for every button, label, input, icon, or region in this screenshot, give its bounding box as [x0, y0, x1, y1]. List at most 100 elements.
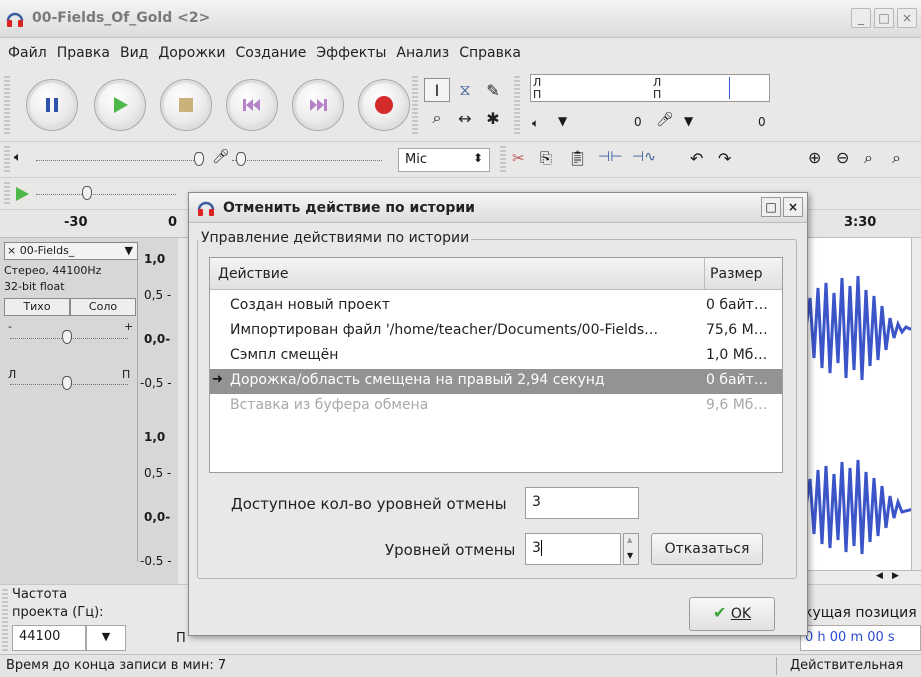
position-label: кущая позиция [804, 605, 917, 621]
timeshift-tool[interactable]: ↔ [452, 106, 478, 130]
mute-button[interactable]: Тихо [4, 298, 70, 316]
zoom-in-icon[interactable]: ⊕ [808, 148, 821, 167]
row-size: 75,6 М… [706, 322, 768, 338]
menu-effects[interactable]: Эффекты [316, 45, 386, 61]
pause-button[interactable] [26, 79, 78, 131]
track-name: 00-Fields_ [19, 244, 75, 257]
input-device-select[interactable]: Mic ⬍ [398, 148, 490, 172]
menu-help[interactable]: Справка [459, 45, 521, 61]
track-name-menu[interactable]: × 00-Fields_ ▼ [4, 242, 138, 260]
dialog-close-button[interactable]: × [783, 197, 803, 217]
play-speed-knob[interactable] [82, 186, 92, 200]
row-size: 1,0 Мб… [706, 347, 768, 363]
undo-levels-spinner[interactable]: ▲ ▼ [623, 533, 639, 565]
spin-down-icon[interactable]: ▼ [627, 551, 633, 560]
trim-icon[interactable]: ⊣⊢ [598, 149, 622, 165]
selection-tool[interactable]: I [424, 78, 450, 102]
scale-label: 0,5 - [144, 466, 172, 480]
pan-knob[interactable] [62, 376, 72, 390]
scroll-left-icon[interactable]: ◀ [876, 571, 883, 581]
vertical-scrollbar[interactable] [911, 238, 921, 584]
history-row[interactable]: Импортирован файл '/home/teacher/Documen… [210, 319, 782, 344]
tools-grip[interactable] [412, 76, 418, 134]
menu-view[interactable]: Вид [120, 45, 148, 61]
discard-button[interactable]: Отказаться [651, 533, 763, 565]
play-button[interactable] [94, 79, 146, 131]
menu-tracks[interactable]: Дорожки [158, 45, 225, 61]
stop-button[interactable] [160, 79, 212, 131]
playback-dropdown-icon[interactable]: ▼ [558, 114, 567, 128]
edit-grip[interactable] [500, 146, 506, 174]
track-bitdepth: 32-bit float [4, 280, 65, 293]
skip-end-button[interactable] [292, 79, 344, 131]
output-volume-slider[interactable] [36, 160, 196, 161]
output-volume-knob[interactable] [194, 152, 204, 166]
fit-selection-icon[interactable]: ⌕ [864, 148, 873, 168]
track-format: Стерео, 44100Hz [4, 264, 102, 277]
toolbar-grip[interactable] [4, 76, 10, 134]
column-action-header[interactable]: Действие [218, 266, 288, 282]
input-volume-knob[interactable] [236, 152, 246, 166]
envelope-tool[interactable]: ⧖ [452, 78, 478, 102]
position-field[interactable]: 0 h 00 m 00 s [800, 625, 921, 651]
track-close-icon[interactable]: × [7, 244, 16, 257]
silence-icon[interactable]: ⊣∿ [632, 149, 656, 165]
row-size: 0 байт… [706, 297, 768, 313]
ruler-label-330: 3:30 [844, 215, 877, 230]
play-at-speed-icon[interactable] [14, 186, 30, 202]
horizontal-scrollbar[interactable]: ◀ ▶ [806, 570, 921, 584]
history-row-undone[interactable]: Вставка из буфера обмена 9,6 Мб… [210, 394, 782, 419]
undo-icon[interactable]: ↶ [690, 149, 703, 168]
transcription-grip[interactable] [4, 182, 10, 206]
scroll-right-icon[interactable]: ▶ [892, 571, 899, 581]
menu-generate[interactable]: Создание [235, 45, 306, 61]
close-button[interactable]: × [897, 8, 917, 28]
dialog-maximize-button[interactable]: □ [761, 197, 781, 217]
copy-icon[interactable]: ⎘ [540, 149, 552, 167]
play-speed-slider[interactable] [36, 194, 176, 195]
gain-knob[interactable] [62, 330, 72, 344]
history-list[interactable]: Действие Размер Создан новый проект 0 ба… [209, 257, 783, 473]
undo-levels-value: 3 [532, 540, 541, 556]
zoom-out-icon[interactable]: ⊖ [836, 148, 849, 167]
project-rate-dropdown[interactable]: ▼ [86, 625, 126, 651]
menu-file[interactable]: Файл [8, 45, 47, 61]
history-row[interactable]: Создан новый проект 0 байт… [210, 294, 782, 319]
redo-icon[interactable]: ↷ [718, 149, 731, 168]
selection-grip[interactable] [2, 589, 8, 651]
envelope-icon: ⧖ [459, 80, 471, 99]
spin-up-icon[interactable]: ▲ [627, 536, 632, 544]
audacity-headphones-icon [197, 201, 215, 216]
dialog-titlebar[interactable]: Отменить действие по истории □ × [189, 193, 807, 223]
fit-project-icon[interactable]: ⌕ [892, 148, 901, 168]
column-separator[interactable] [704, 258, 705, 290]
record-dropdown-icon[interactable]: ▼ [684, 114, 693, 128]
ok-button[interactable]: ✔ OK [689, 597, 775, 631]
maximize-button[interactable]: □ [874, 8, 894, 28]
project-rate-select[interactable]: 44100 [12, 625, 86, 651]
draw-tool[interactable]: ✎ [480, 78, 506, 102]
record-button[interactable] [358, 79, 410, 131]
scale-label: 1,0 [144, 430, 166, 444]
meter-grip[interactable] [514, 76, 520, 134]
ruler-label-0: 0 [168, 215, 178, 230]
history-row[interactable]: Сэмпл смещён 1,0 Мб… [210, 344, 782, 369]
history-row-selected[interactable]: ➜ Дорожка/область смещена на правый 2,94… [210, 369, 782, 394]
column-size-header[interactable]: Размер [710, 266, 763, 282]
mixer-grip[interactable] [4, 146, 10, 174]
row-size: 9,6 Мб… [706, 397, 768, 413]
snap-label: П [176, 631, 186, 646]
minimize-button[interactable]: _ [851, 8, 871, 28]
menu-edit[interactable]: Правка [57, 45, 110, 61]
zoom-tool[interactable]: ⌕ [424, 106, 450, 130]
menu-analyze[interactable]: Анализ [396, 45, 449, 61]
solo-button[interactable]: Соло [70, 298, 136, 316]
paste-icon[interactable]: 📋︎ [568, 149, 587, 167]
scale-label: -0,5 - [140, 376, 172, 390]
skip-start-button[interactable] [226, 79, 278, 131]
cut-icon[interactable]: ✂ [512, 149, 525, 167]
input-volume-slider[interactable] [232, 160, 382, 161]
undo-levels-input[interactable]: 3 [525, 533, 621, 565]
multi-tool[interactable]: ✱ [480, 106, 506, 130]
available-levels-field: 3 [525, 487, 639, 519]
